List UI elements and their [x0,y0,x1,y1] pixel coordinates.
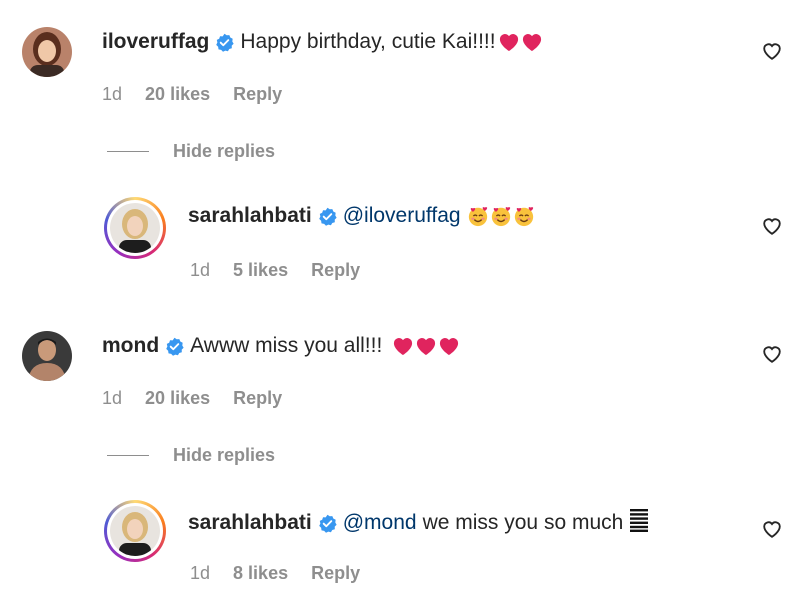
avatar-photo [110,506,160,556]
comment-text: Happy birthday, cutie Kai!!!! [240,30,496,53]
comment-likes[interactable]: 20 likes [145,388,210,408]
avatar-photo-icon [110,203,160,253]
heart-outline-icon[interactable] [761,40,783,62]
hearts-emoji [392,336,460,356]
reply-mention-link[interactable]: @mond [343,511,417,535]
reply-button[interactable]: Reply [233,84,282,104]
reply-username[interactable]: sarahlahbati [188,204,312,228]
verified-badge-icon [166,337,184,356]
reply-button[interactable]: Reply [311,563,360,583]
avatar-photo-icon [22,27,72,77]
avatar[interactable] [104,197,166,259]
comment-body: mond Awww miss you all!!! [102,334,460,358]
comment-time: 1d [102,388,123,408]
smiling-face-with-hearts-icon [514,207,533,227]
avatar[interactable] [22,27,72,77]
comment-text: Awww miss you all!!! [190,334,383,357]
reply-time: 1d [190,563,211,583]
avatar-photo-icon [22,331,72,381]
reply-likes[interactable]: 8 likes [233,563,288,583]
comment: iloveruffag Happy birthday, cutie Kai!!!… [0,0,800,300]
comment-meta: 1d 20 likes Reply [102,84,300,105]
avatar-photo-icon [110,506,160,556]
verified-badge-icon [216,33,234,52]
hide-replies-button[interactable]: Hide replies [173,445,275,466]
comment-meta: 1d 20 likes Reply [102,388,300,409]
red-heart-icon [440,338,459,356]
comment-time: 1d [102,84,123,104]
verified-badge-icon [318,514,337,533]
reply-likes[interactable]: 5 likes [233,260,288,280]
reply-time: 1d [190,260,211,280]
hide-replies-button[interactable]: Hide replies [173,141,275,162]
heart-outline-icon[interactable] [761,343,783,365]
reply-meta: 1d 5 likes Reply [190,260,378,281]
avatar[interactable] [104,500,166,562]
smiling-face-with-hearts-icon [491,207,510,227]
reply-mention-link[interactable]: @iloveruffag [343,204,461,228]
reply-button[interactable]: Reply [311,260,360,280]
smiling-face-with-hearts-icon [468,207,487,227]
reply-button[interactable]: Reply [233,388,282,408]
stacked-lines-emoji [629,508,649,538]
red-heart-icon [417,338,436,356]
reply-text: we miss you so much [422,511,624,534]
hide-replies-divider [107,455,149,456]
verified-badge-icon [318,207,337,226]
comment-body: iloveruffag Happy birthday, cutie Kai!!!… [102,30,543,54]
hide-replies-divider [107,151,149,152]
red-heart-icon [499,34,518,52]
comment-username[interactable]: iloveruffag [102,30,209,54]
avatar-photo [110,203,160,253]
smiling-face-hearts-emoji [467,205,535,227]
reply-meta: 1d 8 likes Reply [190,563,378,584]
reply-body: sarahlahbati @mond we miss you so much [188,508,649,538]
comment-username[interactable]: mond [102,334,159,358]
reply-body: sarahlahbati @iloveruffag [188,204,535,228]
heart-outline-icon[interactable] [761,215,783,237]
avatar[interactable] [22,331,72,381]
heart-outline-icon[interactable] [761,518,783,540]
hearts-emoji [498,32,543,52]
stacked-lines-icon [630,509,649,532]
red-heart-icon [394,338,413,356]
comment-likes[interactable]: 20 likes [145,84,210,104]
red-heart-icon [522,34,541,52]
reply-username[interactable]: sarahlahbati [188,511,312,535]
